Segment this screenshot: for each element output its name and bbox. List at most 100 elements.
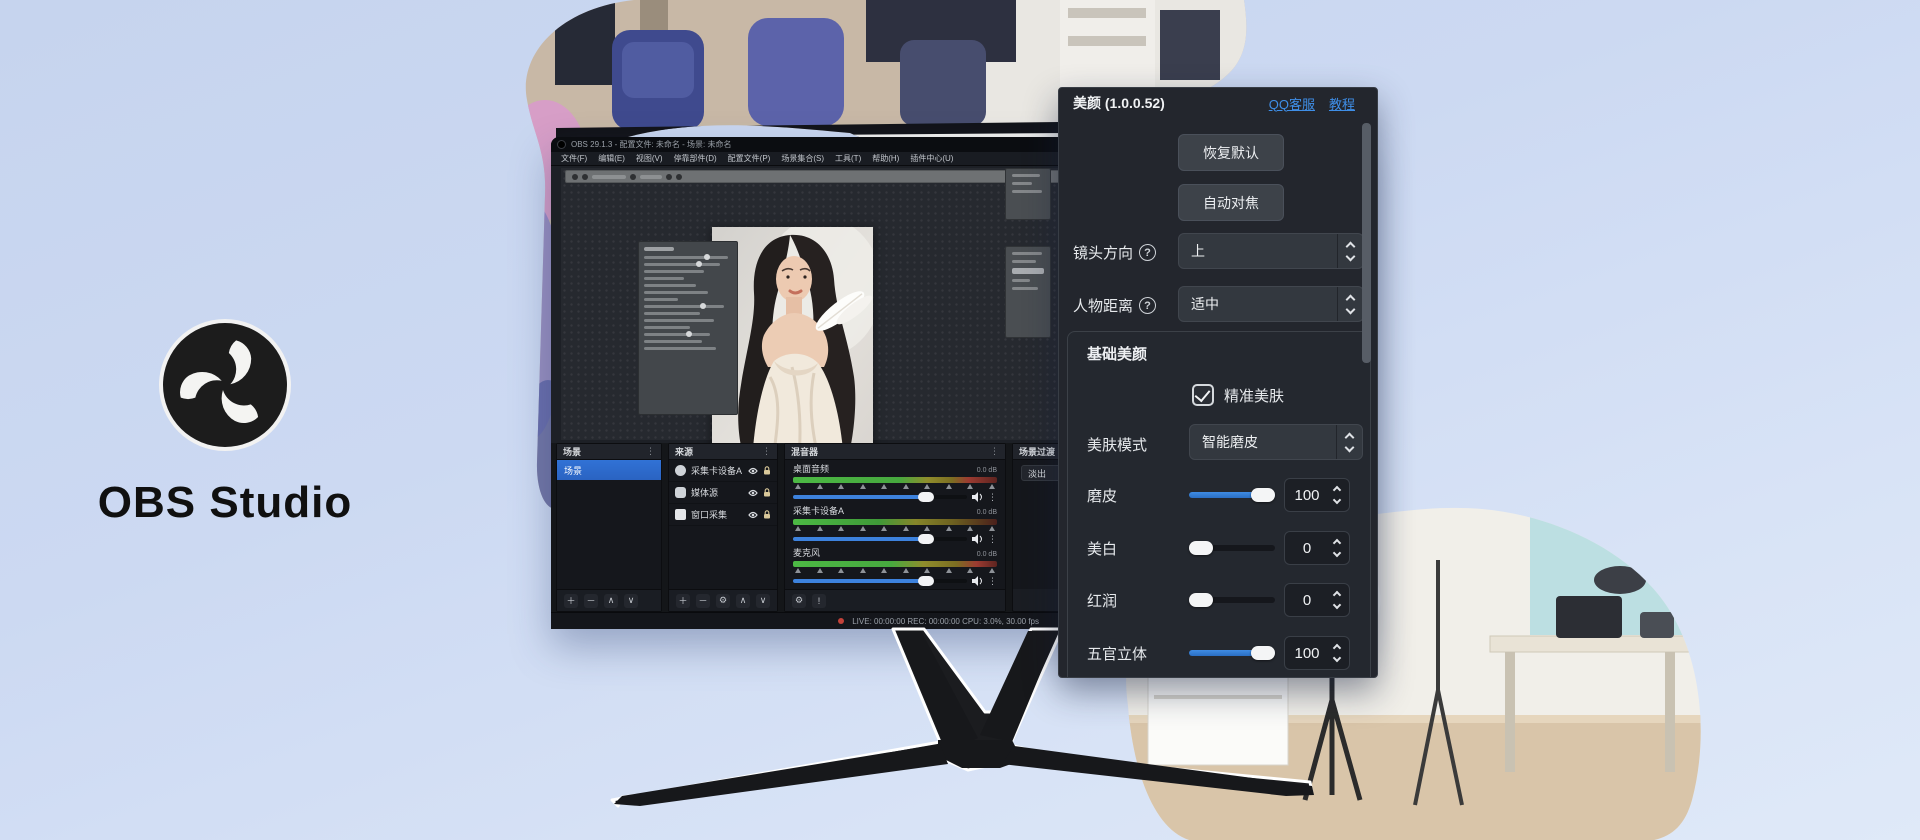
channel-more-icon[interactable]: ⋮	[988, 535, 997, 544]
lock-icon[interactable]	[763, 466, 771, 475]
menu-profile[interactable]: 配置文件(P)	[728, 153, 771, 164]
sources-toolbar: ＋ － ⚙ ∧ ∨	[669, 589, 777, 611]
source-down-button[interactable]: ∨	[756, 594, 770, 608]
channel-name: 桌面音频	[793, 462, 829, 475]
person-distance-select[interactable]: 适中	[1178, 286, 1364, 322]
menu-view[interactable]: 视图(V)	[636, 153, 663, 164]
whitening-slider[interactable]	[1189, 545, 1275, 551]
rosy-label: 红润	[1087, 590, 1117, 611]
skin-mode-value: 智能磨皮	[1190, 432, 1336, 452]
select-chevrons-icon[interactable]	[1337, 234, 1363, 268]
autofocus-button[interactable]: 自动对焦	[1178, 184, 1284, 221]
mixer-channel-capture-device: 采集卡设备A 0.0 dB ⋮	[785, 502, 1005, 544]
obs-logo-block: OBS Studio	[60, 315, 390, 528]
menu-file[interactable]: 文件(F)	[561, 153, 587, 164]
select-chevrons-icon[interactable]	[1336, 425, 1362, 459]
source-item-window-capture[interactable]: 窗口采集	[669, 504, 777, 526]
channel-more-icon[interactable]: ⋮	[988, 577, 997, 586]
obs-logo-title: OBS Studio	[60, 478, 390, 528]
camera-icon	[675, 465, 686, 476]
lock-icon[interactable]	[763, 510, 771, 519]
smoothing-slider[interactable]	[1189, 492, 1275, 498]
captured-palette-bottom	[1005, 246, 1051, 338]
source-item-label: 采集卡设备A	[691, 464, 743, 477]
basic-beauty-title: 基础美颜	[1087, 343, 1147, 364]
restore-defaults-button[interactable]: 恢复默认	[1178, 134, 1284, 171]
menu-scene-collection[interactable]: 场景集合(S)	[781, 153, 824, 164]
camera-direction-select[interactable]: 上	[1178, 233, 1364, 269]
media-icon	[675, 487, 686, 498]
channel-db: 0.0 dB	[977, 551, 997, 558]
select-chevrons-icon[interactable]	[1337, 287, 1363, 321]
menu-docks[interactable]: 停靠部件(D)	[674, 153, 717, 164]
scene-up-button[interactable]: ∧	[604, 594, 618, 608]
mixer-alert-button[interactable]: !	[812, 594, 826, 608]
beauty-panel-scrollbar[interactable]	[1362, 123, 1371, 363]
scene-add-button[interactable]: ＋	[564, 594, 578, 608]
eye-icon[interactable]	[748, 511, 758, 519]
transitions-title-label: 场景过渡	[1019, 445, 1055, 458]
channel-more-icon[interactable]: ⋮	[988, 493, 997, 502]
stepper-arrows-icon[interactable]	[1329, 589, 1349, 611]
source-item-capture-device[interactable]: 采集卡设备A	[669, 460, 777, 482]
stepper-arrows-icon[interactable]	[1329, 642, 1349, 664]
eye-icon[interactable]	[748, 467, 758, 475]
stepper-arrows-icon[interactable]	[1329, 484, 1349, 506]
menu-edit[interactable]: 编辑(E)	[598, 153, 625, 164]
precise-skin-checkbox[interactable]	[1192, 384, 1214, 406]
whitening-value: 0	[1285, 540, 1329, 557]
sources-dock-title: 来源 ⋮	[669, 444, 777, 460]
lock-icon[interactable]	[763, 488, 771, 497]
obs-logo-icon	[155, 315, 295, 455]
mixer-dock: 混音器 ⋮ 桌面音频 0.0 dB ⋮	[784, 443, 1006, 612]
scenes-dock: 场景 ⋮ 场景 ＋ － ∧ ∨	[556, 443, 662, 612]
mixer-dock-menu-icon[interactable]: ⋮	[990, 447, 999, 456]
volume-slider[interactable]	[793, 579, 967, 583]
precise-skin-row[interactable]: 精准美肤	[1192, 384, 1284, 406]
menu-tools[interactable]: 工具(T)	[835, 153, 861, 164]
speaker-icon[interactable]	[972, 534, 983, 544]
scenes-dock-title: 场景 ⋮	[557, 444, 661, 460]
volume-slider[interactable]	[793, 495, 967, 499]
sources-list: 采集卡设备A 媒体源 窗口采集	[669, 460, 777, 589]
source-add-button[interactable]: ＋	[676, 594, 690, 608]
captured-settings-panel	[638, 241, 738, 415]
rosy-stepper[interactable]: 0	[1284, 583, 1350, 617]
scene-down-button[interactable]: ∨	[624, 594, 638, 608]
camera-direction-value: 上	[1179, 241, 1337, 261]
source-settings-button[interactable]: ⚙	[716, 594, 730, 608]
volume-slider[interactable]	[793, 537, 967, 541]
scenes-title-label: 场景	[563, 445, 581, 458]
source-remove-button[interactable]: －	[696, 594, 710, 608]
mixer-channels: 桌面音频 0.0 dB ⋮ 采集卡设备A	[785, 460, 1005, 589]
sources-dock-menu-icon[interactable]: ⋮	[762, 447, 771, 456]
scene-remove-button[interactable]: －	[584, 594, 598, 608]
mixer-settings-button[interactable]: ⚙	[792, 594, 806, 608]
tutorial-link[interactable]: 教程	[1329, 94, 1355, 113]
help-icon[interactable]: ?	[1139, 244, 1156, 261]
source-up-button[interactable]: ∧	[736, 594, 750, 608]
menu-help[interactable]: 帮助(H)	[872, 153, 899, 164]
smoothing-stepper[interactable]: 100	[1284, 478, 1350, 512]
help-icon[interactable]: ?	[1139, 297, 1156, 314]
speaker-icon[interactable]	[972, 576, 983, 586]
whitening-stepper[interactable]: 0	[1284, 531, 1350, 565]
rosy-slider[interactable]	[1189, 597, 1275, 603]
skin-mode-select[interactable]: 智能磨皮	[1189, 424, 1363, 460]
captured-palette-top	[1005, 168, 1051, 220]
channel-db: 0.0 dB	[977, 467, 997, 474]
eye-icon[interactable]	[748, 489, 758, 497]
speaker-icon[interactable]	[972, 492, 983, 502]
scene-item-selected[interactable]: 场景	[557, 460, 661, 480]
scenes-dock-menu-icon[interactable]: ⋮	[646, 447, 655, 456]
camera-direction-label: 镜头方向 ?	[1073, 242, 1156, 263]
stepper-arrows-icon[interactable]	[1329, 537, 1349, 559]
source-item-label: 媒体源	[691, 486, 743, 499]
facial-3d-stepper[interactable]: 100	[1284, 636, 1350, 670]
facial-3d-slider[interactable]	[1189, 650, 1275, 656]
scenes-toolbar: ＋ － ∧ ∨	[557, 589, 661, 611]
source-item-media[interactable]: 媒体源	[669, 482, 777, 504]
live-dot-icon	[838, 618, 844, 624]
menu-plugin-center[interactable]: 插件中心(U)	[910, 153, 953, 164]
qq-support-link[interactable]: QQ客服	[1269, 94, 1315, 113]
